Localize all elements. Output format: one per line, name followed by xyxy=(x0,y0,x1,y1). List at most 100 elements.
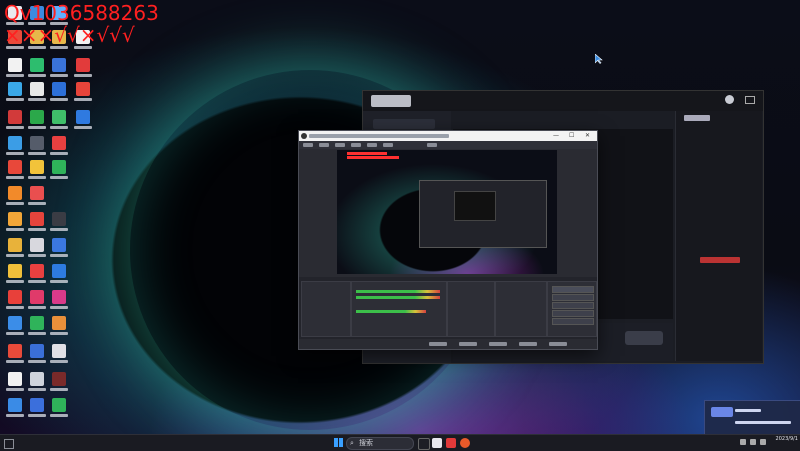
app-icon xyxy=(8,264,22,278)
desktop-icon[interactable] xyxy=(72,82,94,101)
menu-item[interactable] xyxy=(383,143,393,147)
minimize-icon[interactable]: — xyxy=(553,133,559,139)
icon-label xyxy=(74,98,92,101)
desktop-icon[interactable] xyxy=(4,82,26,101)
icon-label xyxy=(50,332,68,335)
taskbar-app-icon[interactable] xyxy=(432,438,442,448)
control-button[interactable] xyxy=(552,310,594,317)
widgets-icon[interactable] xyxy=(4,439,14,449)
control-button[interactable] xyxy=(552,294,594,301)
desktop-icon[interactable] xyxy=(4,160,26,179)
desktop-icon[interactable] xyxy=(48,238,70,257)
obs-titlebar[interactable]: — ☐ ✕ xyxy=(299,131,597,141)
panel-text xyxy=(700,257,740,263)
status-item xyxy=(459,342,477,346)
app-icon xyxy=(52,82,66,96)
desktop-icon[interactable] xyxy=(4,238,26,257)
volume-icon[interactable] xyxy=(760,439,766,445)
menu-item[interactable] xyxy=(335,143,345,147)
audio-mixer-dock[interactable] xyxy=(351,281,447,337)
desktop-icon[interactable] xyxy=(48,398,70,417)
desktop-icon[interactable] xyxy=(48,160,70,179)
desktop-icon[interactable] xyxy=(48,264,70,283)
search-label: 搜索 xyxy=(359,439,373,447)
app-icon xyxy=(8,82,22,96)
desktop-icon[interactable] xyxy=(4,110,26,129)
desktop-icon[interactable] xyxy=(48,58,70,77)
app-icon xyxy=(30,290,44,304)
desktop-icon[interactable] xyxy=(4,344,26,363)
desktop-icon[interactable] xyxy=(72,110,94,129)
icon-label xyxy=(28,98,46,101)
desktop-icon[interactable] xyxy=(26,316,48,335)
desktop-icon[interactable] xyxy=(48,136,70,155)
desktop-icon[interactable] xyxy=(26,290,48,309)
maximize-icon[interactable]: ☐ xyxy=(569,133,574,139)
desktop-icon[interactable] xyxy=(4,372,26,391)
taskbar-clock[interactable]: 2023/9/1 xyxy=(770,436,798,443)
transitions-dock[interactable] xyxy=(447,281,495,337)
desktop-icon[interactable] xyxy=(4,212,26,231)
desktop-icon[interactable] xyxy=(48,212,70,231)
menu-item[interactable] xyxy=(351,143,361,147)
desktop-icon[interactable] xyxy=(4,316,26,335)
control-button[interactable] xyxy=(552,318,594,325)
desktop-icon[interactable] xyxy=(26,58,48,77)
icon-label xyxy=(50,254,68,257)
icon-label xyxy=(50,388,68,391)
obs-preview[interactable] xyxy=(337,150,557,274)
desktop-icon[interactable] xyxy=(48,316,70,335)
taskbar-search-box[interactable]: ⌕ 搜索 xyxy=(346,437,414,450)
desktop-icon[interactable] xyxy=(26,238,48,257)
desktop-icon[interactable] xyxy=(4,290,26,309)
control-button[interactable] xyxy=(552,286,594,293)
icon-label xyxy=(50,280,68,283)
menu-item[interactable] xyxy=(367,143,377,147)
control-button[interactable] xyxy=(552,302,594,309)
desktop-icon[interactable] xyxy=(26,136,48,155)
controls-dock[interactable] xyxy=(547,281,597,337)
close-icon[interactable]: ✕ xyxy=(585,133,590,139)
taskbar-app-icon[interactable] xyxy=(460,438,470,448)
taskbar-app-icon[interactable] xyxy=(446,438,456,448)
desktop-icon[interactable] xyxy=(48,290,70,309)
icon-label xyxy=(50,176,68,179)
windows-start-icon[interactable] xyxy=(334,438,343,447)
menu-item[interactable] xyxy=(303,143,313,147)
desktop-icon[interactable] xyxy=(4,398,26,417)
notification-toast[interactable] xyxy=(704,400,800,436)
desktop-icon[interactable] xyxy=(26,264,48,283)
system-tray[interactable] xyxy=(740,439,766,446)
taskbar-app-icon[interactable] xyxy=(418,438,430,450)
menu-item[interactable] xyxy=(319,143,329,147)
desktop-icon[interactable] xyxy=(48,82,70,101)
desktop-icon[interactable] xyxy=(4,186,26,205)
window-icon[interactable] xyxy=(745,96,755,104)
desktop-icon[interactable] xyxy=(4,136,26,155)
desktop-icon[interactable] xyxy=(48,110,70,129)
desktop-icon[interactable] xyxy=(26,344,48,363)
desktop-icon[interactable] xyxy=(26,110,48,129)
wifi-icon[interactable] xyxy=(750,439,756,445)
desktop-icon[interactable] xyxy=(4,264,26,283)
scenes-dock[interactable] xyxy=(301,281,351,337)
properties-dock[interactable] xyxy=(495,281,547,337)
desktop-icon[interactable] xyxy=(26,212,48,231)
desktop-icon[interactable] xyxy=(48,372,70,391)
desktop-icon[interactable] xyxy=(72,58,94,77)
menu-item[interactable] xyxy=(427,143,437,147)
desktop-icon[interactable] xyxy=(26,186,48,205)
icon-label xyxy=(28,388,46,391)
obs-window[interactable]: — ☐ ✕ xyxy=(298,130,598,350)
desktop-icon[interactable] xyxy=(26,398,48,417)
desktop-icon[interactable] xyxy=(26,372,48,391)
desktop-icon[interactable] xyxy=(48,344,70,363)
action-button[interactable] xyxy=(625,331,663,345)
desktop-icon[interactable] xyxy=(26,82,48,101)
overlay-text-line1: Qv1036588263 xyxy=(4,1,159,25)
tray-icon[interactable] xyxy=(740,439,746,445)
avatar-icon[interactable] xyxy=(725,95,734,104)
desktop-icon[interactable] xyxy=(4,58,26,77)
desktop-icon[interactable] xyxy=(26,160,48,179)
sidebar-item[interactable] xyxy=(373,119,435,129)
